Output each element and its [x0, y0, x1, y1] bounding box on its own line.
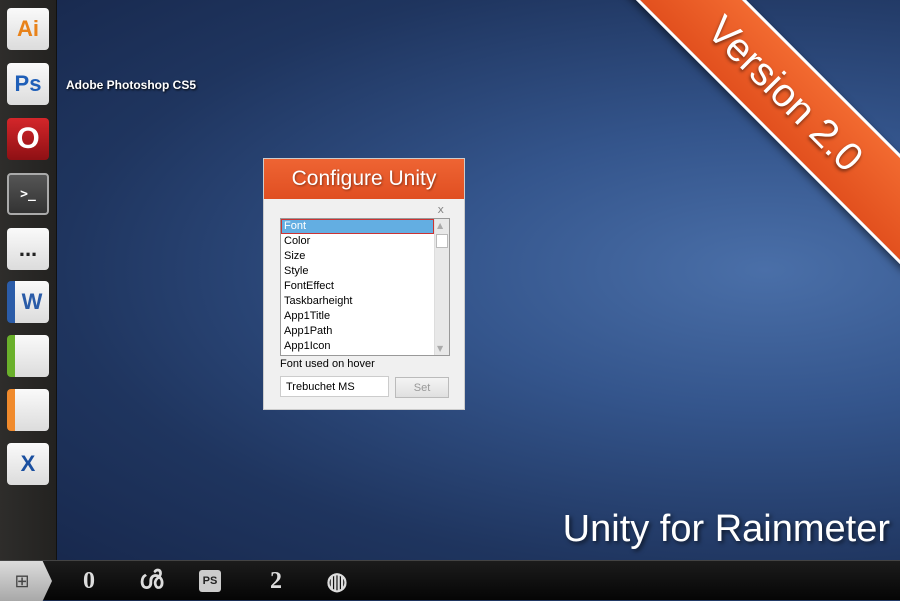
configure-dialog: Configure Unity x Font Color Size Style Font…: [263, 158, 465, 410]
taskbar: ⊞ 0 ൾ PS 2 ◍: [0, 560, 900, 601]
dock-app-icon: X: [20, 451, 36, 476]
dock-app-terminal[interactable]: >_: [7, 173, 49, 215]
list-item[interactable]: App1Icon: [281, 339, 434, 354]
taskbar-item[interactable]: ൾ: [136, 567, 166, 595]
dock-app-icon: >_: [20, 186, 36, 202]
taskbar-item[interactable]: 2: [261, 567, 291, 595]
dock-app-word[interactable]: W: [7, 281, 49, 323]
list-item[interactable]: App1Title: [281, 309, 434, 324]
dock-app-icon: ...: [18, 236, 38, 261]
dialog-title: Configure Unity: [264, 159, 464, 199]
list-item[interactable]: Taskbarheight: [281, 294, 434, 309]
list-item[interactable]: Style: [281, 264, 434, 279]
scroll-down-icon[interactable]: ▼: [437, 344, 443, 353]
dock-app-icon: Ai: [17, 16, 39, 41]
dock-app-icon: O: [16, 122, 40, 155]
list-item[interactable]: Font: [281, 219, 434, 234]
windows-logo-icon: ⊞: [14, 570, 30, 592]
list-item[interactable]: Color: [281, 234, 434, 249]
launcher-dock: Ai Ps O >_... W X: [0, 0, 57, 560]
dock-app-presentation[interactable]: [7, 389, 49, 431]
settings-listbox[interactable]: Font Color Size Style FontEffect Taskbarheigh…: [280, 218, 450, 356]
dock-app-xchat[interactable]: X: [7, 443, 49, 485]
dock-app-adobe-illustrator[interactable]: Ai: [7, 8, 49, 50]
setting-description: Font used on hover: [280, 358, 375, 370]
dock-app-spreadsheet[interactable]: [7, 335, 49, 377]
taskbar-item[interactable]: 0: [74, 567, 104, 595]
close-button[interactable]: x: [437, 203, 444, 216]
dock-app-icon: Ps: [14, 71, 42, 96]
dock-app-opera[interactable]: O: [7, 118, 49, 160]
list-scrollbar[interactable]: ▲ ▼: [434, 219, 449, 355]
taskbar-item[interactable]: ◍: [322, 567, 352, 595]
brand-title: Unity for Rainmeter: [562, 508, 890, 550]
taskbar-item[interactable]: PS: [199, 570, 221, 592]
scroll-up-icon[interactable]: ▲: [437, 221, 443, 230]
list-item[interactable]: FontEffect: [281, 279, 434, 294]
list-item[interactable]: Size: [281, 249, 434, 264]
dock-app-adobe-photoshop-cs5[interactable]: Ps: [7, 63, 49, 105]
dock-app-messaging[interactable]: ...: [7, 228, 49, 270]
version-ribbon: Version 2.0: [608, 0, 900, 271]
dock-app-icon: W: [21, 289, 43, 314]
value-input[interactable]: [280, 376, 389, 397]
set-button[interactable]: Set: [395, 377, 449, 398]
app-hover-title: Adobe Photoshop CS5: [66, 78, 196, 92]
list-item[interactable]: App1Path: [281, 324, 434, 339]
scroll-thumb[interactable]: [436, 234, 448, 248]
start-button[interactable]: ⊞: [0, 561, 52, 601]
